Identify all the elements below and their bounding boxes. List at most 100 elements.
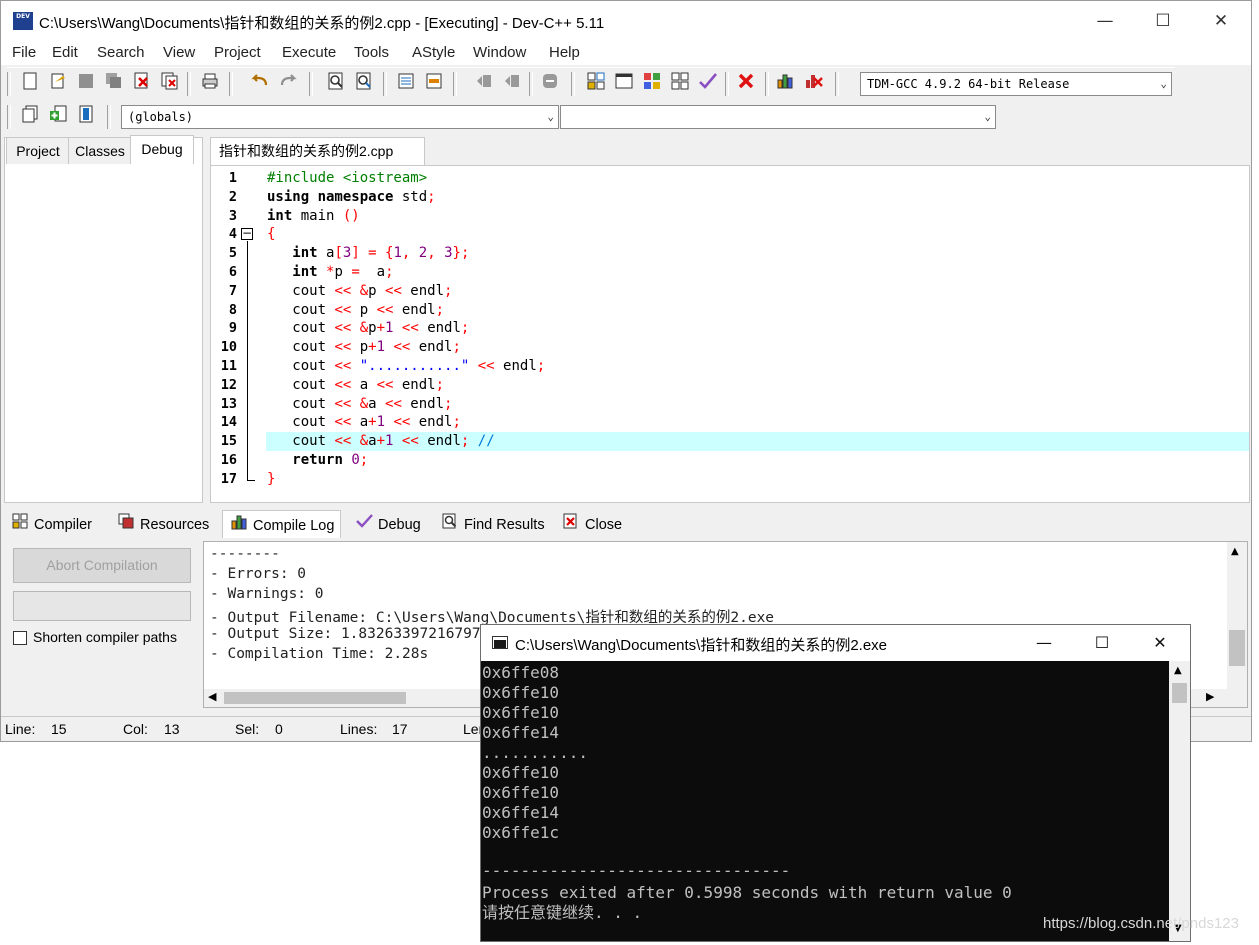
fold-toggle-icon[interactable]: − — [241, 227, 253, 240]
toolbar-separator — [725, 72, 729, 96]
code-token: + — [376, 433, 386, 450]
close-file-icon[interactable] — [131, 72, 153, 94]
code-token: [ — [334, 245, 343, 262]
toolbar-separator — [835, 72, 839, 96]
scroll-thumb[interactable] — [224, 692, 406, 704]
new-project-icon[interactable] — [19, 105, 41, 127]
menu-view[interactable]: View — [163, 44, 195, 61]
shorten-paths-checkbox[interactable] — [13, 631, 27, 645]
replace-icon[interactable] — [353, 72, 375, 94]
console-output[interactable]: 0x6ffe08 0x6ffe10 0x6ffe10 0x6ffe14 ....… — [481, 661, 1169, 941]
tab-resources[interactable]: Resources — [116, 510, 209, 538]
compiler-select[interactable]: TDM-GCC 4.9.2 64-bit Release ⌄ — [860, 72, 1172, 96]
close-button[interactable]: ✕ — [1192, 1, 1250, 41]
code-editor[interactable]: 1 2 3 4 5 6 7 8 9 10 11 12 13 14 15 16 17 − #include <io… — [210, 165, 1250, 503]
menu-execute[interactable]: Execute — [282, 44, 336, 61]
code-token: + — [368, 339, 377, 356]
globals-select-value: (globals) — [128, 110, 194, 124]
resources-icon — [116, 510, 136, 538]
console-title-bar[interactable]: C:\Users\Wang\Documents\指针和数组的关系的例2.exe … — [481, 625, 1190, 661]
line-number: 8 — [228, 301, 237, 318]
tab-debug[interactable]: Debug — [130, 135, 194, 164]
unindent-icon[interactable] — [501, 72, 523, 94]
profile-icon[interactable] — [775, 72, 797, 94]
tab-resources-label: Resources — [140, 517, 210, 533]
project-options-icon[interactable] — [75, 105, 97, 127]
menu-tools[interactable]: Tools — [354, 44, 389, 61]
find-icon[interactable] — [325, 72, 347, 94]
scroll-thumb[interactable] — [1229, 630, 1245, 666]
menu-astyle[interactable]: AStyle — [412, 44, 455, 61]
scroll-right-icon[interactable]: ▶ — [1206, 690, 1214, 703]
log-vertical-scrollbar[interactable]: ▲ — [1227, 542, 1247, 689]
menu-file[interactable]: File — [12, 44, 36, 61]
code-token: , — [427, 245, 445, 262]
console-line: 0x6ffe10 — [482, 683, 560, 702]
console-scrollbar[interactable]: ▲ ▼ — [1169, 661, 1190, 941]
add-to-project-icon[interactable] — [47, 105, 69, 127]
tab-find-results[interactable]: Find Results — [440, 510, 545, 538]
code-token: << — [385, 339, 419, 356]
code-token: int — [292, 264, 318, 280]
console-window[interactable]: C:\Users\Wang\Documents\指针和数组的关系的例2.exe … — [480, 624, 1191, 942]
function-select[interactable]: ⌄ — [560, 105, 996, 129]
fold-end-marker — [247, 480, 255, 481]
menu-search[interactable]: Search — [97, 44, 145, 61]
line-number: 17 — [220, 470, 237, 487]
compile-run-icon[interactable] — [641, 72, 663, 94]
console-line: ........... — [482, 743, 588, 762]
editor-file-tab[interactable]: 指针和数组的关系的例2.cpp — [210, 137, 425, 165]
stop-execution-icon[interactable] — [735, 72, 757, 94]
save-all-icon[interactable] — [103, 72, 125, 94]
menu-project[interactable]: Project — [214, 44, 261, 61]
code-token: cout — [267, 339, 335, 356]
compile-icon[interactable] — [585, 72, 607, 94]
code-token: 1 — [393, 245, 402, 262]
indent-icon[interactable] — [473, 72, 495, 94]
line-number: 16 — [220, 452, 237, 468]
print-icon[interactable] — [199, 72, 221, 94]
minimize-button[interactable]: — — [1076, 1, 1134, 41]
globals-select[interactable]: (globals) ⌄ — [121, 105, 559, 129]
bookmark-icon[interactable] — [423, 72, 445, 94]
tab-compiler[interactable]: Compiler — [10, 510, 92, 538]
console-close-button[interactable]: ✕ — [1131, 625, 1189, 661]
save-icon[interactable] — [75, 72, 97, 94]
title-bar[interactable]: DEV C:\Users\Wang\Documents\指针和数组的关系的例2.… — [1, 1, 1251, 41]
scroll-up-icon[interactable]: ▲ — [1231, 546, 1239, 557]
code-token: // — [469, 433, 495, 450]
new-file-icon[interactable] — [19, 72, 41, 94]
tab-debug-output[interactable]: Debug — [354, 510, 421, 538]
open-file-icon[interactable] — [47, 72, 69, 94]
scroll-thumb[interactable] — [1172, 683, 1187, 703]
syntax-check-icon[interactable] — [697, 72, 719, 94]
code-token: cout — [267, 282, 335, 299]
abort-compilation-button[interactable]: Abort Compilation — [13, 548, 191, 583]
menu-help[interactable]: Help — [549, 44, 580, 61]
scroll-left-icon[interactable]: ◀ — [208, 690, 216, 703]
toggle-comment-icon[interactable] — [539, 72, 561, 94]
log-line: - Output Size: 1.83263397216797 MiB — [210, 626, 516, 642]
console-line: -------------------------------- — [482, 861, 791, 880]
tab-close[interactable]: Close — [561, 510, 622, 538]
tab-project[interactable]: Project — [6, 137, 70, 164]
console-minimize-button[interactable]: — — [1015, 625, 1073, 661]
menu-edit[interactable]: Edit — [52, 44, 78, 61]
code-token: a — [368, 395, 386, 412]
status-line-value: 15 — [51, 721, 67, 737]
scroll-up-icon[interactable]: ▲ — [1174, 665, 1182, 676]
undo-icon[interactable] — [249, 72, 271, 94]
tab-classes[interactable]: Classes — [68, 137, 132, 164]
tab-compile-log[interactable]: Compile Log — [222, 510, 342, 539]
menu-window[interactable]: Window — [473, 44, 526, 61]
close-all-icon[interactable] — [159, 72, 181, 94]
redo-icon[interactable] — [277, 72, 299, 94]
rebuild-icon[interactable] — [669, 72, 691, 94]
run-icon[interactable] — [613, 72, 635, 94]
goto-line-icon[interactable] — [395, 72, 417, 94]
console-maximize-button[interactable]: ☐ — [1073, 625, 1131, 661]
delete-profile-icon[interactable] — [803, 72, 825, 94]
maximize-button[interactable]: ☐ — [1134, 1, 1192, 41]
code-token: using namespace — [267, 188, 394, 205]
